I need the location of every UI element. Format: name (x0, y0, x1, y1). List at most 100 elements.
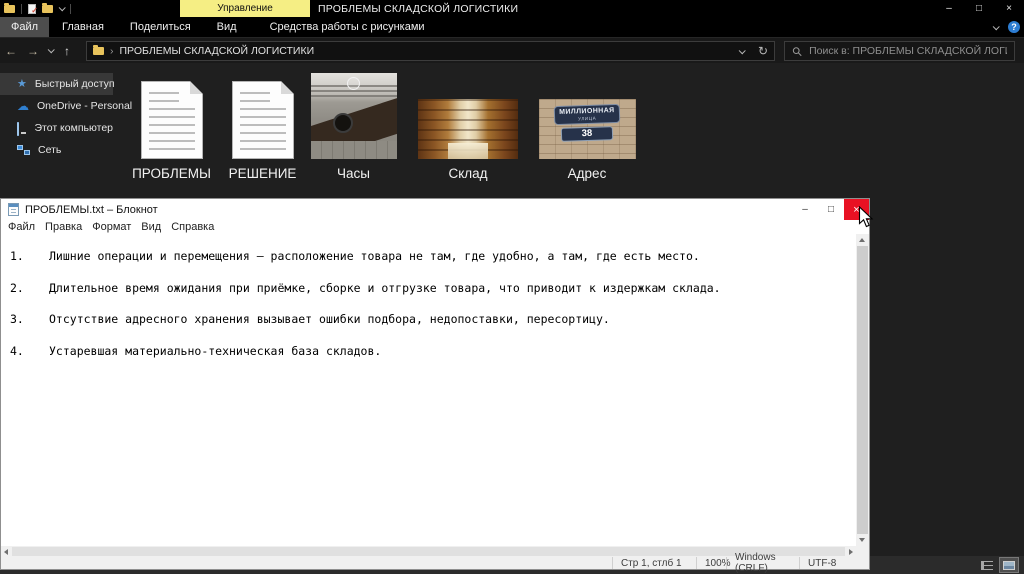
scroll-up-icon[interactable] (859, 238, 865, 242)
status-zoom-level: 100% (696, 557, 726, 569)
maximize-button[interactable]: □ (964, 0, 994, 17)
separator (70, 4, 71, 14)
sidebar-item-quick-access[interactable]: ★ Быстрый доступ (0, 73, 113, 95)
photo-thumbnail-watch (311, 73, 397, 159)
separator (21, 4, 22, 14)
ribbon-collapse-chevron-icon[interactable] (993, 23, 1000, 30)
help-icon[interactable]: ? (1008, 21, 1020, 33)
mouse-cursor (858, 206, 874, 228)
text-document-icon (232, 81, 294, 159)
forward-icon[interactable]: → (22, 44, 44, 58)
qat-customize-chevron-icon[interactable] (59, 4, 66, 11)
file-sklad[interactable]: Склад (399, 73, 537, 181)
address-bar-row: ← → ↑ › ПРОБЛЕМЫ СКЛАДСКОЙ ЛОГИСТИКИ ↻ (0, 37, 1024, 63)
contextual-tab-manage[interactable]: Управление (180, 0, 310, 17)
sidebar-item-label: Быстрый доступ (35, 78, 115, 90)
refresh-icon[interactable]: ↻ (758, 44, 768, 58)
details-view-button[interactable] (978, 558, 996, 572)
vertical-scrollbar[interactable] (856, 234, 869, 546)
scroll-right-icon[interactable] (849, 549, 853, 555)
address-dropdown-chevron-icon[interactable] (739, 47, 746, 54)
notepad-title: ПРОБЛЕМЫ.txt – Блокнот (25, 204, 158, 216)
sidebar-item-label: OneDrive - Personal (37, 100, 132, 112)
star-icon: ★ (17, 79, 27, 90)
thumbnails-view-button[interactable] (1000, 558, 1018, 572)
desktop: ✓ Управление ПРОБЛЕМЫ СКЛАДСКОЙ ЛОГИСТИК… (0, 0, 1024, 574)
text-line: 2. Длительное время ожидания при приёмке… (1, 281, 856, 295)
up-icon[interactable]: ↑ (56, 44, 78, 58)
wristwatch-shape (333, 113, 353, 133)
explorer-titlebar: ✓ Управление ПРОБЛЕМЫ СКЛАДСКОЙ ЛОГИСТИК… (0, 0, 1024, 17)
file-label: ПРОБЛЕМЫ (132, 166, 211, 181)
text-line: 1. Лишние операции и перемещения – распо… (1, 249, 856, 263)
menu-file[interactable]: Файл (3, 221, 40, 233)
explorer-window-controls: – □ × (934, 0, 1024, 17)
file-adres[interactable]: МИЛЛИОННАЯ УЛИЦА 38 Адрес (537, 73, 637, 181)
text-line: 4. Устаревшая материально-техническая ба… (1, 344, 856, 358)
search-input[interactable] (809, 45, 1007, 57)
maximize-button[interactable]: □ (818, 199, 844, 220)
street-sign: МИЛЛИОННАЯ УЛИЦА (554, 104, 621, 125)
photo-thumbnail-street-sign: МИЛЛИОННАЯ УЛИЦА 38 (539, 99, 636, 159)
tab-picture-tools[interactable]: Средства работы с рисунками (257, 17, 438, 37)
properties-icon[interactable]: ✓ (28, 4, 36, 14)
tab-share[interactable]: Поделиться (117, 17, 204, 37)
notepad-text-area[interactable]: 1. Лишние операции и перемещения – распо… (1, 234, 856, 546)
navigation-pane: ★ Быстрый доступ ☁ OneDrive - Personal Э… (0, 73, 113, 161)
file-problemy[interactable]: ПРОБЛЕМЫ (126, 73, 217, 181)
folder-icon (93, 47, 104, 55)
close-button[interactable]: × (994, 0, 1024, 17)
notepad-statusbar: Стр 1, стлб 1 100% Windows (CRLF) UTF-8 (1, 557, 869, 569)
car-emblem-icon (347, 77, 360, 90)
tab-home[interactable]: Главная (49, 17, 117, 37)
menu-view[interactable]: Вид (136, 221, 166, 233)
tab-file[interactable]: Файл (0, 17, 49, 37)
thumbnails-view-icon (1003, 561, 1015, 570)
search-icon (792, 46, 802, 57)
notepad-menubar: Файл Правка Формат Вид Справка (1, 220, 869, 234)
menu-format[interactable]: Формат (87, 221, 136, 233)
sidebar-item-onedrive[interactable]: ☁ OneDrive - Personal (0, 95, 113, 117)
file-reshenie[interactable]: РЕШЕНИЕ (217, 73, 308, 181)
notepad-app-icon (8, 203, 19, 216)
file-label: Адрес (568, 166, 607, 181)
file-chasy[interactable]: Часы (308, 73, 399, 181)
check-icon: ✓ (31, 7, 38, 15)
scroll-left-icon[interactable] (4, 549, 8, 555)
file-label: Склад (448, 166, 487, 181)
photo-thumbnail-warehouse (418, 99, 518, 159)
scrollbar-thumb[interactable] (12, 547, 845, 556)
file-label: Часы (337, 166, 370, 181)
tab-view[interactable]: Вид (204, 17, 250, 37)
network-icon (17, 145, 30, 155)
cloud-icon: ☁ (17, 100, 29, 112)
minimize-button[interactable]: – (792, 199, 818, 220)
house-number-sign: 38 (561, 126, 613, 142)
status-encoding: UTF-8 (799, 557, 869, 569)
minimize-button[interactable]: – (934, 0, 964, 17)
file-list: ПРОБЛЕМЫ РЕШЕНИЕ Часы (126, 73, 637, 181)
quick-access-toolbar: ✓ (0, 0, 71, 17)
scrollbar-corner (856, 546, 869, 557)
sidebar-item-this-pc[interactable]: Этот компьютер (0, 117, 113, 139)
new-folder-icon[interactable] (42, 5, 53, 13)
computer-icon (17, 123, 26, 133)
menu-help[interactable]: Справка (166, 221, 219, 233)
sidebar-item-label: Этот компьютер (34, 122, 113, 134)
scrollbar-thumb[interactable] (857, 246, 868, 534)
breadcrumb-chevron-icon: › (110, 45, 114, 57)
search-box[interactable] (784, 41, 1015, 61)
sidebar-item-network[interactable]: Сеть (0, 139, 113, 161)
address-bar[interactable]: › ПРОБЛЕМЫ СКЛАДСКОЙ ЛОГИСТИКИ ↻ (86, 41, 775, 61)
explorer-app-icon (4, 5, 15, 13)
notepad-titlebar: ПРОБЛЕМЫ.txt – Блокнот – □ × (1, 199, 869, 220)
breadcrumb[interactable]: ПРОБЛЕМЫ СКЛАДСКОЙ ЛОГИСТИКИ (120, 45, 315, 57)
back-icon[interactable]: ← (0, 44, 22, 58)
horizontal-scrollbar[interactable] (1, 546, 856, 557)
recent-locations-chevron-icon[interactable] (44, 48, 56, 53)
notepad-window: ПРОБЛЕМЫ.txt – Блокнот – □ × Файл Правка… (0, 198, 870, 570)
menu-edit[interactable]: Правка (40, 221, 87, 233)
scroll-down-icon[interactable] (859, 538, 865, 542)
sidebar-item-label: Сеть (38, 144, 61, 156)
file-label: РЕШЕНИЕ (229, 166, 297, 181)
